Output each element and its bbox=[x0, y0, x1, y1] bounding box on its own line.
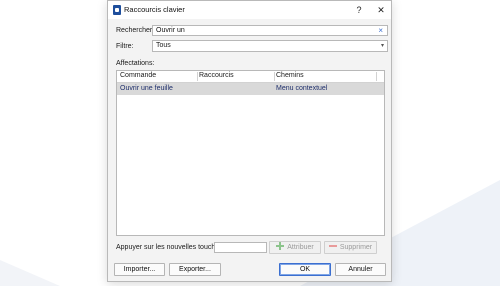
search-input-value: Ouvrir un bbox=[156, 27, 185, 34]
help-button[interactable]: ? bbox=[348, 1, 370, 19]
assign-button[interactable]: Attribuer bbox=[269, 241, 321, 254]
search-label: Rechercher: bbox=[116, 27, 155, 34]
search-input[interactable]: Ouvrir un × bbox=[152, 25, 388, 36]
close-button[interactable]: ✕ bbox=[370, 1, 392, 19]
row-command-cell: Ouvrir une feuille bbox=[120, 85, 173, 92]
import-button[interactable]: Importer... bbox=[114, 263, 165, 276]
dialog-title: Raccourcis clavier bbox=[124, 5, 185, 14]
table-header: Commande Raccourcis Chemins bbox=[117, 71, 384, 83]
filter-selected-value: Tous bbox=[156, 42, 171, 49]
keyboard-shortcuts-dialog: Raccourcis clavier ? ✕ Rechercher: Ouvri… bbox=[107, 0, 392, 282]
new-keys-label: Appuyer sur les nouvelles touches: bbox=[116, 244, 225, 251]
delete-button-label: Supprimer bbox=[339, 244, 373, 251]
clear-search-icon[interactable]: × bbox=[378, 26, 383, 35]
column-header-shortcuts[interactable]: Raccourcis bbox=[199, 72, 234, 79]
assign-button-label: Attribuer bbox=[287, 244, 314, 251]
chevron-down-icon: ▾ bbox=[380, 43, 384, 49]
plus-icon bbox=[276, 242, 285, 250]
column-divider[interactable] bbox=[197, 72, 198, 81]
app-icon bbox=[113, 5, 121, 15]
column-header-paths[interactable]: Chemins bbox=[276, 72, 304, 79]
table-row[interactable]: Ouvrir une feuille Menu contextuel bbox=[117, 83, 384, 95]
column-divider[interactable] bbox=[376, 72, 377, 81]
cancel-button[interactable]: Annuler bbox=[335, 263, 386, 276]
filter-label: Filtre: bbox=[116, 43, 134, 50]
delete-button[interactable]: Supprimer bbox=[324, 241, 377, 254]
ok-button[interactable]: OK bbox=[279, 263, 331, 276]
assignments-table: Commande Raccourcis Chemins Ouvrir une f… bbox=[116, 70, 385, 236]
filter-select[interactable]: Tous ▾ bbox=[152, 40, 388, 52]
title-bar: Raccourcis clavier ? ✕ bbox=[108, 1, 391, 19]
assignments-label: Affectations: bbox=[116, 60, 155, 67]
new-keys-input[interactable] bbox=[214, 242, 267, 253]
row-path-cell: Menu contextuel bbox=[276, 85, 328, 92]
export-button[interactable]: Exporter... bbox=[169, 263, 221, 276]
column-divider[interactable] bbox=[274, 72, 275, 81]
minus-icon bbox=[328, 245, 337, 247]
column-header-command[interactable]: Commande bbox=[120, 72, 156, 79]
